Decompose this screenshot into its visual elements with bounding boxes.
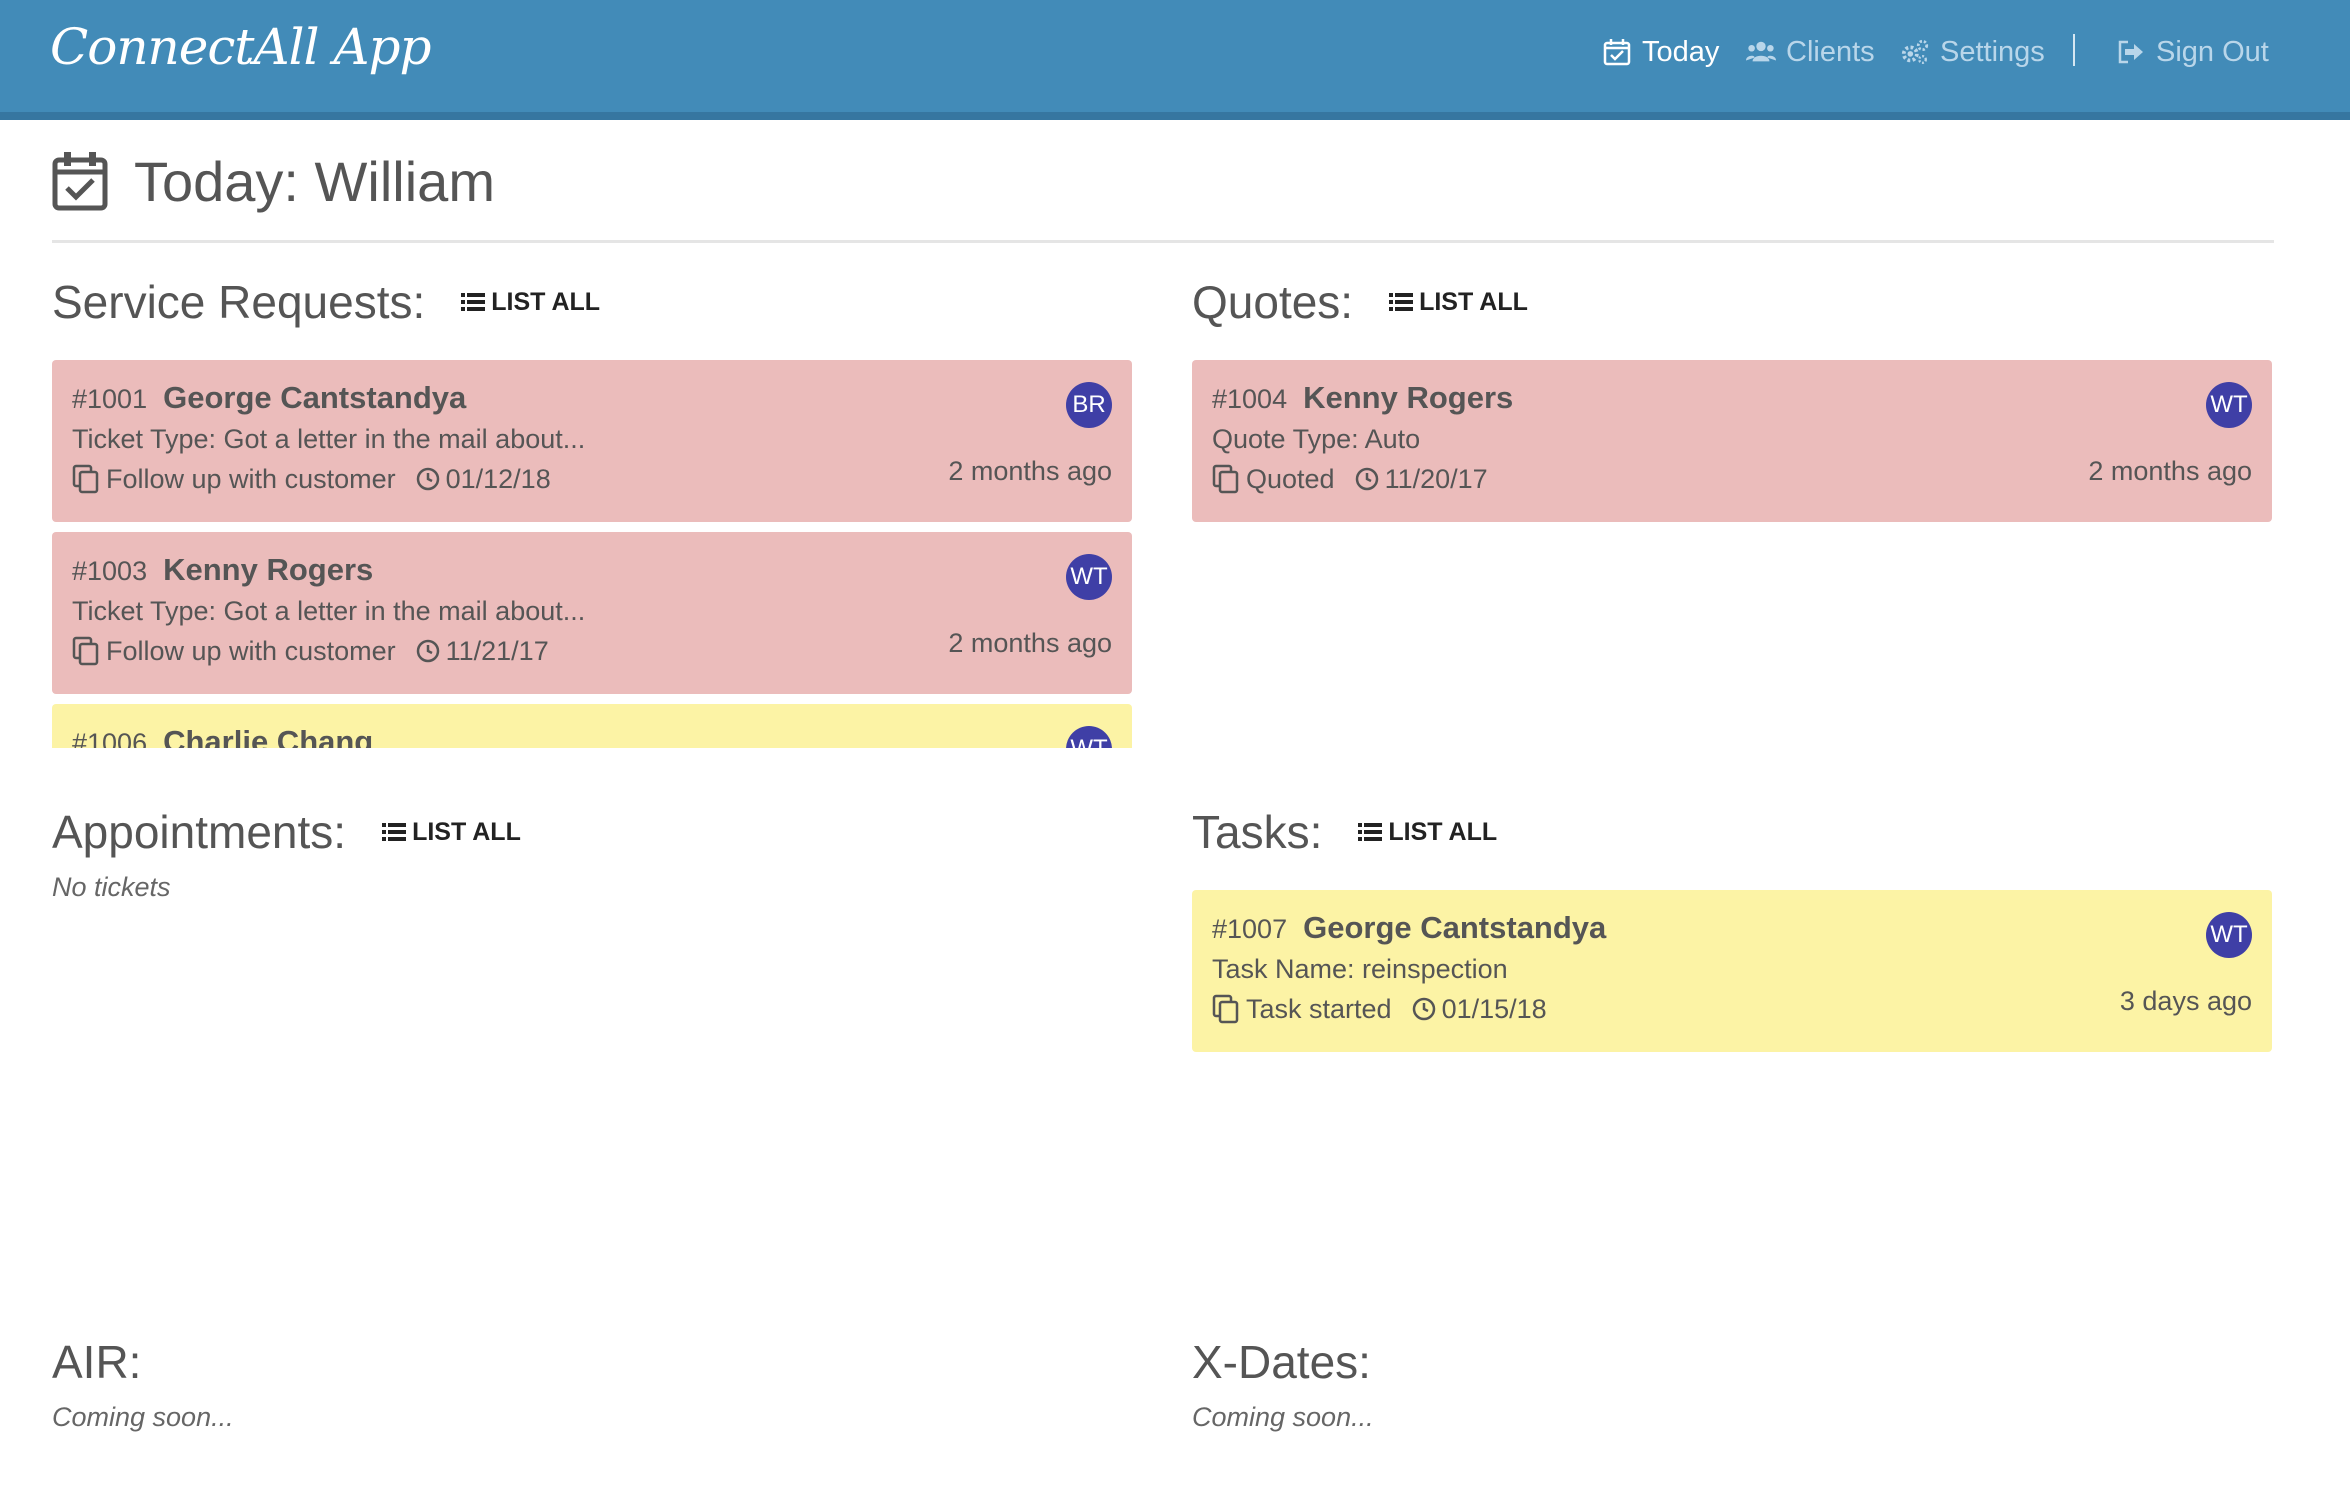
service-requests-list: #1001 George Cantstandya Ticket Type: Go… — [52, 360, 1132, 748]
air-title: AIR: — [52, 1336, 142, 1388]
assignee-avatar: WT — [2206, 382, 2252, 428]
x-dates-section: X-Dates: Coming soon... — [1192, 1332, 2272, 1433]
quotes-section: Quotes: LIST ALL #1004 Kenny Rogers Quot… — [1192, 272, 2272, 532]
list-all-label: LIST ALL — [491, 287, 601, 316]
ticket-number: #1003 — [72, 556, 148, 586]
client-name: Kenny Rogers — [163, 552, 374, 587]
page-title: Today: William — [134, 149, 495, 213]
service-request-card[interactable]: #1006 Charlie Chang WT — [52, 704, 1132, 748]
ticket-age: 2 months ago — [2088, 456, 2252, 486]
ticket-detail: Ticket Type: Got a letter in the mail ab… — [72, 596, 586, 626]
list-icon — [382, 821, 407, 843]
list-icon — [461, 291, 486, 313]
nav-sign-out[interactable]: Sign Out — [2116, 32, 2269, 72]
quotes-list: #1004 Kenny Rogers Quote Type: Auto Quot… — [1192, 360, 2272, 522]
ticket-status: Quoted — [1246, 463, 1335, 494]
tasks-title: Tasks: — [1192, 806, 1323, 858]
nav-settings-label: Settings — [1940, 35, 2045, 68]
ticket-detail: Task Name: reinspection — [1212, 954, 1508, 984]
copy-icon — [1212, 994, 1240, 1024]
empty-message: No tickets — [52, 872, 171, 902]
clock-icon — [416, 639, 440, 663]
page-header: Today: William — [52, 146, 495, 216]
ticket-age: 2 months ago — [948, 456, 1112, 486]
gears-icon — [1900, 37, 1930, 67]
coming-soon-message: Coming soon... — [1192, 1402, 1374, 1432]
ticket-date: 01/12/18 — [445, 463, 551, 494]
clock-icon — [1355, 467, 1379, 491]
quote-card[interactable]: #1004 Kenny Rogers Quote Type: Auto Quot… — [1192, 360, 2272, 522]
top-navbar: ConnectAll App Today Clients Settings Si… — [0, 0, 2350, 120]
client-name: George Cantstandya — [1303, 910, 1607, 945]
nav-divider — [2073, 34, 2075, 66]
list-all-label: LIST ALL — [1419, 287, 1528, 316]
ticket-age: 2 months ago — [948, 628, 1112, 658]
calendar-check-icon — [1602, 37, 1632, 67]
coming-soon-message: Coming soon... — [52, 1402, 234, 1432]
list-icon — [1389, 291, 1414, 313]
ticket-status: Follow up with customer — [106, 463, 396, 494]
nav-today-label: Today — [1642, 35, 1720, 68]
quotes-title: Quotes: — [1192, 276, 1354, 328]
air-section: AIR: Coming soon... — [52, 1332, 1132, 1433]
nav-clients-label: Clients — [1786, 35, 1875, 68]
sign-out-icon — [2116, 37, 2146, 67]
ticket-detail: Ticket Type: Got a letter in the mail ab… — [72, 424, 586, 454]
appointments-section: Appointments: LIST ALL No tickets — [52, 802, 1132, 903]
service-request-card[interactable]: #1003 Kenny Rogers Ticket Type: Got a le… — [52, 532, 1132, 694]
ticket-number: #1004 — [1212, 384, 1288, 414]
copy-icon — [72, 464, 100, 494]
ticket-detail: Quote Type: Auto — [1212, 424, 1421, 454]
assignee-avatar: WT — [1066, 554, 1112, 600]
list-all-label: LIST ALL — [412, 817, 521, 846]
copy-icon — [72, 636, 100, 666]
quotes-list-all-button[interactable]: LIST ALL — [1389, 288, 1528, 317]
users-icon — [1746, 37, 1776, 67]
assignee-avatar: WT — [2206, 912, 2252, 958]
ticket-age: 3 days ago — [2119, 986, 2252, 1016]
service-requests-list-all-button[interactable]: LIST ALL — [461, 288, 600, 317]
ticket-number: #1007 — [1212, 914, 1288, 944]
list-icon — [1358, 821, 1383, 843]
copy-icon — [1212, 464, 1240, 494]
appointments-list-all-button[interactable]: LIST ALL — [382, 818, 521, 847]
assignee-avatar: BR — [1066, 382, 1112, 428]
client-name: Charlie Chang — [163, 724, 374, 748]
list-all-label: LIST ALL — [1388, 817, 1498, 846]
task-card[interactable]: #1007 George Cantstandya Task Name: rein… — [1192, 890, 2272, 1052]
ticket-status: Follow up with customer — [106, 635, 396, 666]
brand-logo[interactable]: ConnectAll App — [50, 18, 432, 76]
nav-sign-out-label: Sign Out — [2156, 35, 2269, 68]
service-request-card[interactable]: #1001 George Cantstandya Ticket Type: Go… — [52, 360, 1132, 522]
nav-today[interactable]: Today — [1602, 32, 1719, 72]
ticket-number: #1006 — [72, 728, 148, 748]
appointments-title: Appointments: — [52, 806, 347, 858]
ticket-date: 11/20/17 — [1384, 463, 1488, 494]
ticket-date: 11/21/17 — [445, 635, 549, 666]
x-dates-title: X-Dates: — [1192, 1336, 1371, 1388]
ticket-date: 01/15/18 — [1441, 993, 1547, 1024]
calendar-check-icon — [52, 150, 108, 212]
ticket-number: #1001 — [72, 384, 148, 414]
service-requests-section: Service Requests: LIST ALL #1001 George … — [52, 272, 1132, 748]
client-name: George Cantstandya — [163, 380, 467, 415]
tasks-list: #1007 George Cantstandya Task Name: rein… — [1192, 890, 2272, 1052]
ticket-status: Task started — [1246, 993, 1392, 1024]
tasks-list-all-button[interactable]: LIST ALL — [1358, 818, 1497, 847]
tasks-section: Tasks: LIST ALL #1007 George Cantstandya… — [1192, 802, 2272, 1062]
service-requests-title: Service Requests: — [52, 276, 426, 328]
clock-icon — [1412, 997, 1436, 1021]
title-divider — [52, 240, 2274, 243]
client-name: Kenny Rogers — [1303, 380, 1514, 415]
nav-clients[interactable]: Clients — [1746, 32, 1875, 72]
clock-icon — [416, 467, 440, 491]
nav-settings[interactable]: Settings — [1900, 32, 2045, 72]
